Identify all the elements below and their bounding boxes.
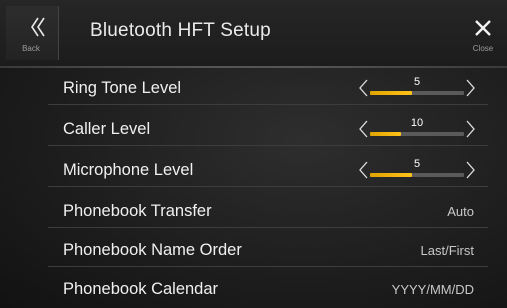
caller-level-row: Caller Level 10 [0,111,507,146]
caller-level-value: 10 [410,117,424,129]
caller-level-increase-button[interactable] [460,115,480,143]
close-button[interactable]: Close [466,12,500,56]
ring-tone-level-fill [370,91,413,95]
header-bar: Back Bluetooth HFT Setup Close [0,0,507,66]
microphone-level-track[interactable] [370,173,464,177]
ring-tone-level-control: 5 [354,74,480,102]
phonebook-name-order-row[interactable]: Phonebook Name Order Last/First [0,232,507,267]
ring-tone-level-label: Ring Tone Level [63,79,182,97]
caller-level-label: Caller Level [63,120,151,138]
phonebook-calendar-label: Phonebook Calendar [63,280,219,298]
row-divider [48,145,488,146]
hft-setup-screen: Back Bluetooth HFT Setup Close Ring Tone… [0,0,507,308]
close-label: Close [472,44,494,53]
caller-level-track[interactable] [370,132,464,136]
back-button[interactable]: Back [6,6,59,60]
page-title: Bluetooth HFT Setup [90,20,271,41]
phonebook-calendar-value: YYYY/MM/DD [391,282,474,297]
ring-tone-level-row: Ring Tone Level 5 [0,70,507,105]
microphone-increase-button[interactable] [460,156,480,184]
phonebook-transfer-value: Auto [447,204,474,219]
row-divider [48,104,488,105]
phonebook-name-order-value: Last/First [420,243,474,258]
microphone-level-control: 5 [354,156,480,184]
phonebook-name-order-label: Phonebook Name Order [63,241,242,259]
ring-tone-increase-button[interactable] [460,74,480,102]
microphone-level-label: Microphone Level [63,161,194,179]
ring-tone-level-track[interactable] [370,91,464,95]
back-label: Back [22,44,40,53]
row-divider [48,227,488,228]
row-divider [48,186,488,187]
microphone-level-row: Microphone Level 5 [0,152,507,187]
phonebook-calendar-row[interactable]: Phonebook Calendar YYYY/MM/DD [0,271,507,306]
double-chevron-left-icon [31,17,45,37]
caller-level-control: 10 [354,115,480,143]
phonebook-transfer-label: Phonebook Transfer [63,202,212,220]
row-divider [48,266,488,267]
microphone-level-fill [370,173,413,177]
ring-tone-level-value: 5 [413,76,421,88]
microphone-level-value: 5 [413,158,421,170]
caller-level-fill [370,132,402,136]
header-divider [0,66,507,68]
close-icon [475,20,491,36]
phonebook-transfer-row[interactable]: Phonebook Transfer Auto [0,193,507,228]
